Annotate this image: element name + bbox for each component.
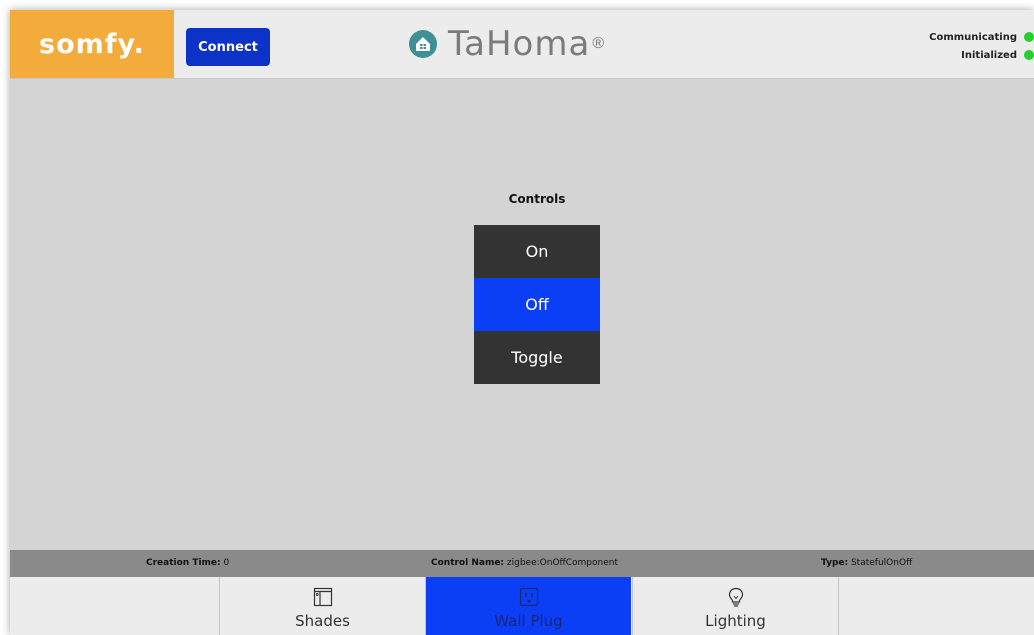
control-name-value: zigbee:OnOffComponent bbox=[506, 558, 618, 568]
tab-lighting[interactable]: Lighting bbox=[632, 577, 838, 635]
control-name-label: Control Name: bbox=[431, 558, 505, 568]
tab-shades[interactable]: Shades bbox=[219, 577, 425, 635]
status-label: Initialized bbox=[961, 49, 1017, 61]
control-name: Control Name: zigbee:OnOffComponent bbox=[431, 558, 618, 568]
toggle-button[interactable]: Toggle bbox=[474, 331, 600, 384]
lightbulb-icon bbox=[728, 587, 743, 607]
tab-label: Lighting bbox=[705, 612, 766, 630]
status-label: Communicating bbox=[929, 31, 1017, 43]
creation-time: Creation Time: 0 bbox=[146, 558, 229, 568]
header-bar: somfy. Connect TaHoma ® Communicating In… bbox=[10, 10, 1034, 79]
brand-name: TaHoma bbox=[448, 24, 591, 64]
shades-icon bbox=[313, 587, 332, 607]
nav-empty-slot-right bbox=[838, 577, 1034, 635]
tab-label: Shades bbox=[295, 612, 350, 630]
wall-plug-icon bbox=[519, 587, 538, 607]
creation-time-label: Creation Time: bbox=[146, 558, 221, 568]
status-initialized: Initialized bbox=[929, 46, 1034, 64]
logo-text: somfy. bbox=[39, 28, 145, 60]
on-button[interactable]: On bbox=[474, 225, 600, 278]
status-green-dot bbox=[1024, 32, 1034, 42]
registered-mark: ® bbox=[592, 35, 605, 52]
controls-title: Controls bbox=[508, 192, 566, 206]
status-communicating: Communicating bbox=[929, 28, 1034, 46]
status-green-dot bbox=[1024, 50, 1034, 60]
bottom-nav: Shades Wall Plug Lighting bbox=[10, 577, 1034, 635]
nav-empty-slot-left bbox=[10, 577, 219, 635]
connect-button[interactable]: Connect bbox=[186, 28, 270, 66]
tab-label: Wall Plug bbox=[494, 612, 563, 630]
app-window: somfy. Connect TaHoma ® Communicating In… bbox=[10, 10, 1034, 635]
device-type-value: StatefulOnOff bbox=[850, 558, 913, 568]
home-icon bbox=[409, 30, 437, 58]
connection-status: Communicating Initialized bbox=[929, 28, 1034, 64]
device-type-label: Type: bbox=[821, 558, 849, 568]
control-panel: Controls On Off Toggle bbox=[10, 79, 1034, 550]
tab-wall-plug[interactable]: Wall Plug bbox=[425, 577, 631, 635]
device-info-bar: Creation Time: 0 Control Name: zigbee:On… bbox=[10, 550, 1034, 577]
somfy-logo: somfy. bbox=[10, 10, 174, 78]
device-type: Type: StatefulOnOff bbox=[821, 558, 912, 568]
creation-time-value: 0 bbox=[223, 558, 230, 568]
tahoma-brand: TaHoma ® bbox=[408, 22, 604, 66]
off-button[interactable]: Off bbox=[474, 278, 600, 331]
